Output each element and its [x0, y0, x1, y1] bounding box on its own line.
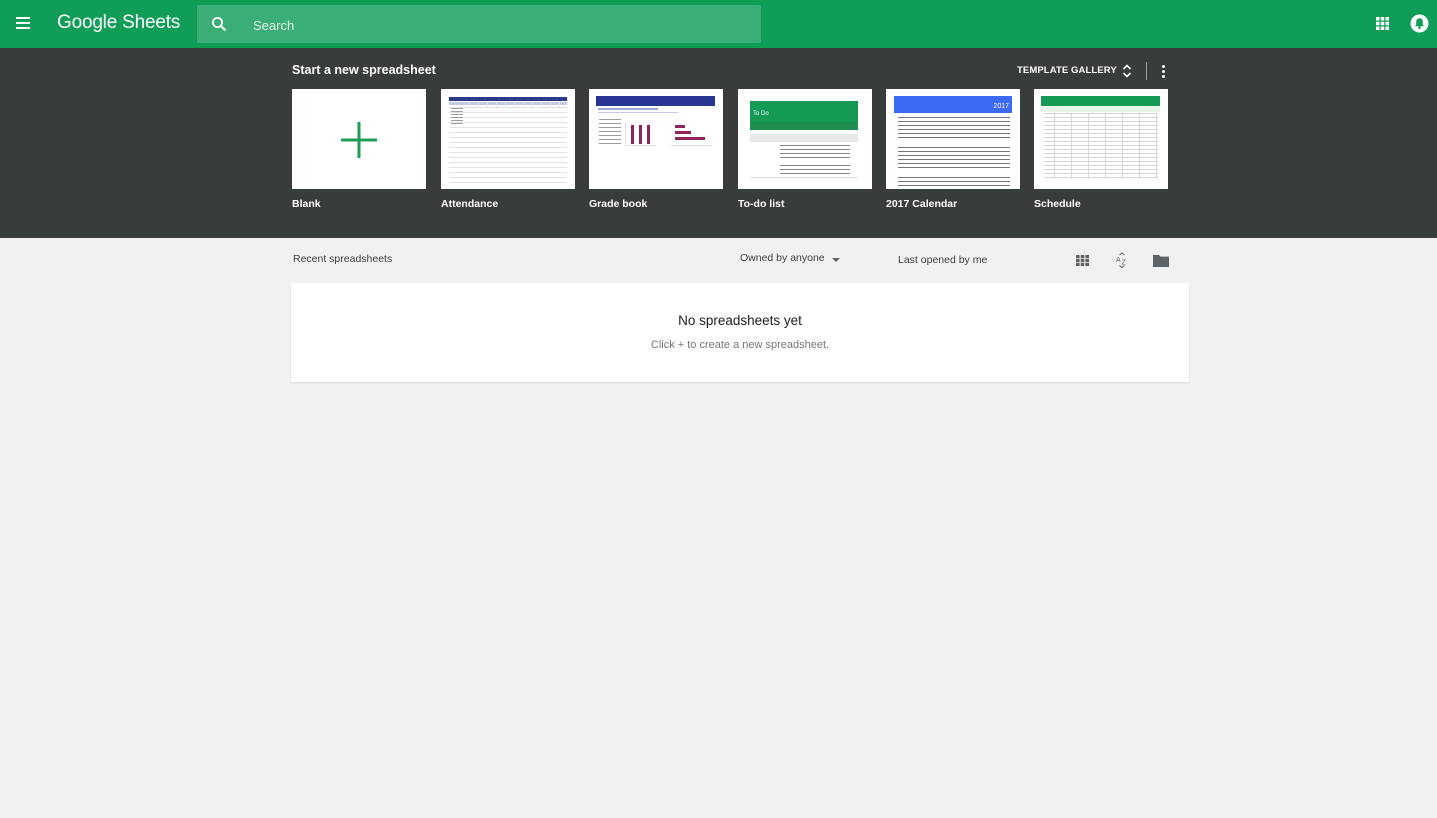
empty-state-subtitle: Click + to create a new spreadsheet. [650, 339, 830, 351]
unfold-icon[interactable] [1121, 62, 1133, 80]
svg-text:A: A [1116, 257, 1121, 264]
toolbar-divider [1146, 62, 1147, 80]
template-thumbnail [441, 89, 575, 189]
template-thumbnail: To Do [738, 89, 872, 189]
calendar-thumb-year: 2017 [993, 103, 1009, 110]
template-heading: Start a new spreadsheet [292, 63, 436, 77]
sort-az-icon[interactable]: A Z [1115, 252, 1129, 268]
template-attendance[interactable]: Attendance [441, 89, 575, 210]
template-to-do-list[interactable]: To Do To-do list [738, 89, 872, 210]
template-2017-calendar[interactable]: 2017 2017 Calendar [886, 89, 1020, 210]
template-label: Grade book [589, 198, 648, 210]
grid-view-icon[interactable] [1076, 255, 1089, 266]
apps-grid-icon[interactable] [1374, 15, 1391, 32]
template-label: Attendance [441, 198, 499, 210]
sort-order-label[interactable]: Last opened by me [898, 254, 987, 266]
owner-filter-dropdown[interactable]: Owned by anyone [740, 252, 825, 264]
empty-state-card: No spreadsheets yet Click + to create a … [291, 283, 1189, 382]
template-blank[interactable]: Blank [292, 89, 426, 210]
template-gallery-button[interactable]: TEMPLATE GALLERY [1017, 65, 1117, 79]
template-label: To-do list [738, 198, 785, 210]
search-icon[interactable] [211, 16, 227, 32]
template-grade-book[interactable]: Grade book [589, 89, 723, 210]
search-input[interactable] [251, 5, 735, 45]
search-box[interactable] [197, 5, 761, 45]
template-label: Blank [292, 198, 321, 210]
todo-thumb-title: To Do [753, 111, 769, 117]
template-thumbnail: 2017 [886, 89, 1020, 189]
main-menu-button[interactable] [13, 14, 33, 34]
template-label: 2017 Calendar [886, 198, 958, 210]
account-icon[interactable] [1409, 13, 1430, 34]
dropdown-caret-icon[interactable] [832, 258, 840, 262]
app-bar: Google Sheets [0, 0, 1437, 48]
template-label: Schedule [1034, 198, 1081, 210]
empty-state-title: No spreadsheets yet [678, 313, 802, 328]
folder-icon[interactable] [1153, 254, 1169, 267]
template-schedule[interactable]: Schedule [1034, 89, 1168, 210]
recent-title: Recent spreadsheets [293, 253, 393, 265]
template-thumbnail [1034, 89, 1168, 189]
more-vert-icon[interactable] [1159, 62, 1167, 80]
template-thumbnail [589, 89, 723, 189]
template-section: Start a new spreadsheet TEMPLATE GALLERY… [0, 48, 1437, 238]
template-thumbnail [292, 89, 426, 189]
app-title[interactable]: Google Sheets [57, 12, 180, 34]
plus-icon [341, 122, 377, 158]
